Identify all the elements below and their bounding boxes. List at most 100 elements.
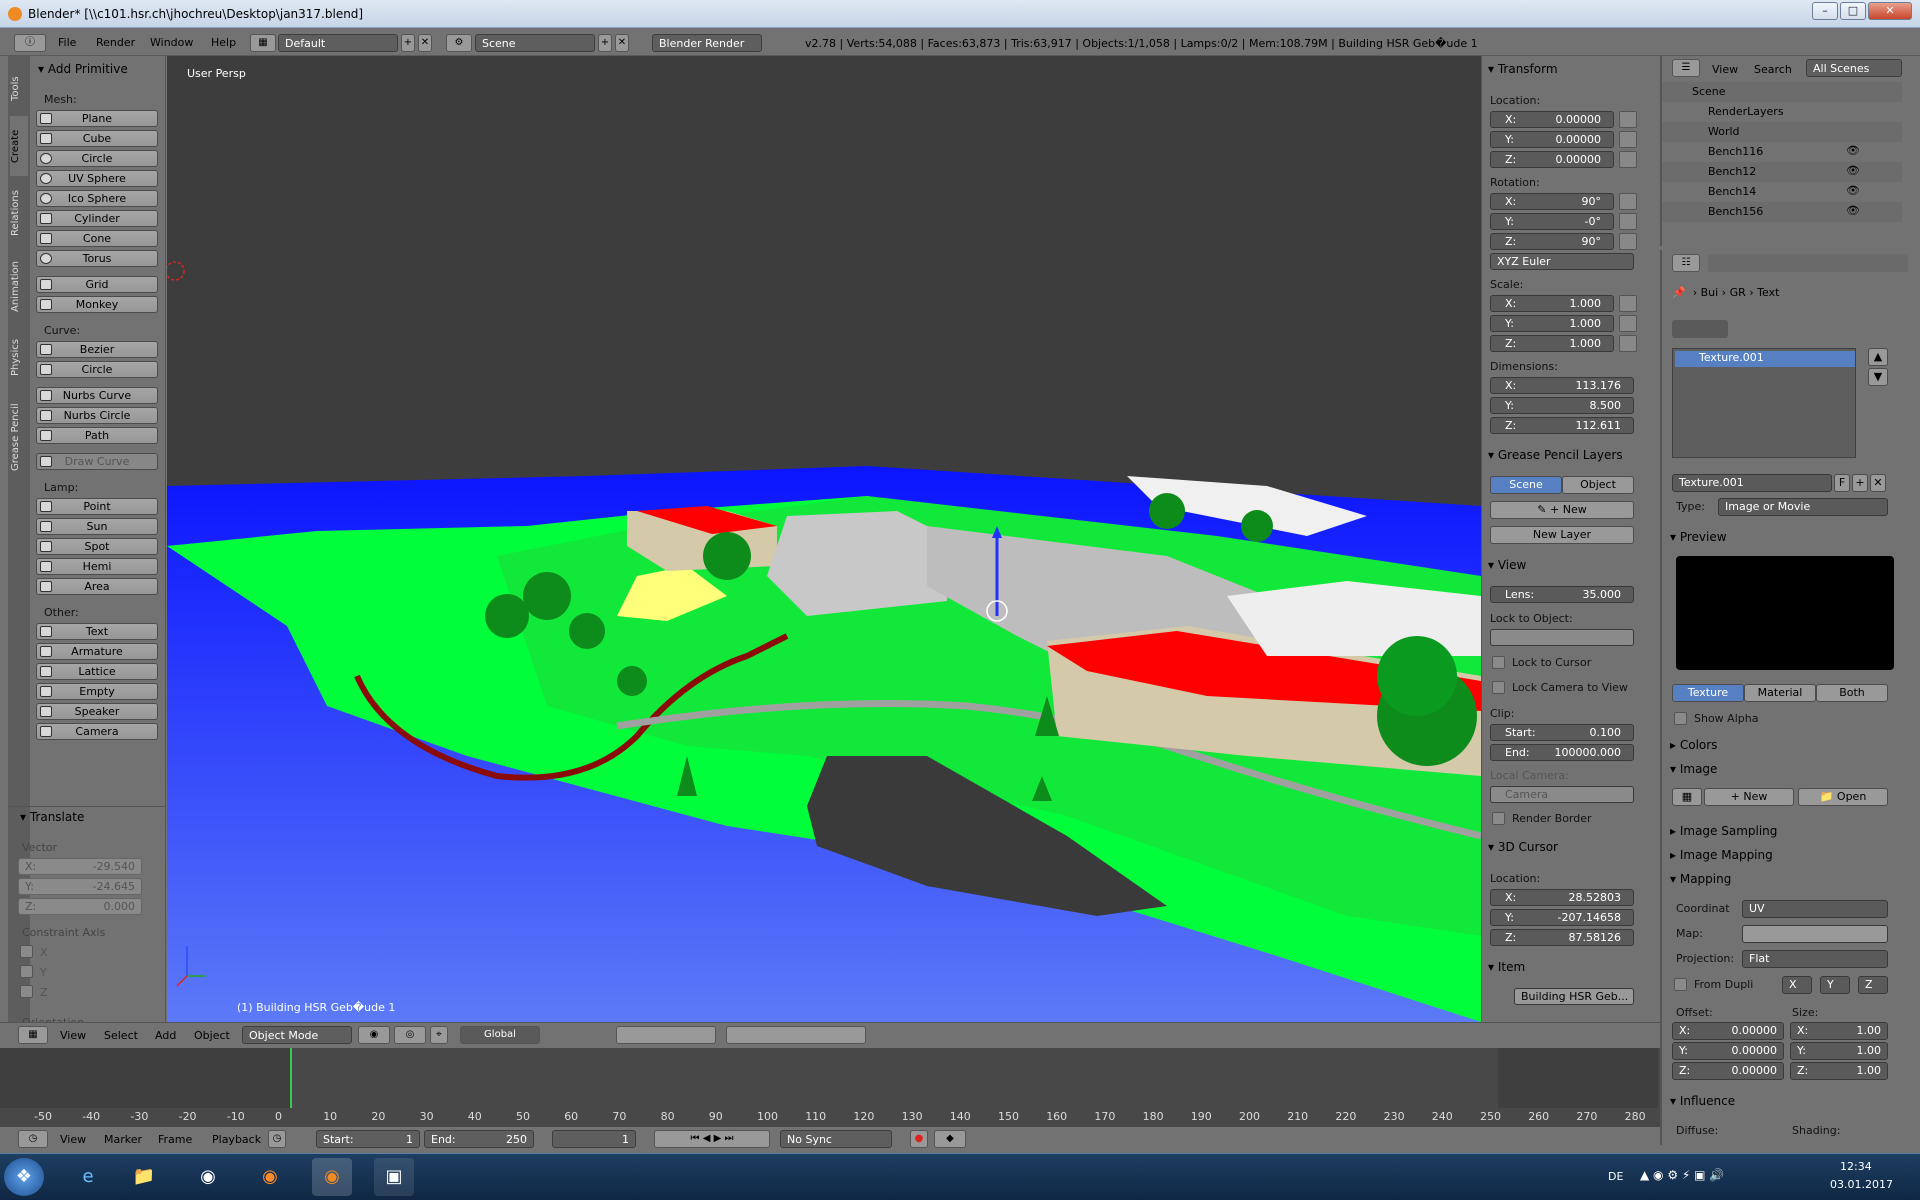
scale-z-field[interactable]: Z: 1.000	[1490, 335, 1614, 352]
add-cylinder-button[interactable]: Cylinder	[36, 210, 158, 227]
add-circle-button[interactable]: Circle	[36, 150, 158, 167]
image-panel-title[interactable]: ▾ Image	[1670, 762, 1717, 776]
scene-field[interactable]: Scene	[475, 34, 595, 52]
add-curve-circle-button[interactable]: Circle	[36, 361, 158, 378]
clock-time[interactable]: 12:34	[1840, 1160, 1872, 1173]
lock-icon[interactable]	[1619, 315, 1637, 332]
menu-add[interactable]: Add	[155, 1029, 176, 1042]
start-button[interactable]: ❖	[4, 1158, 44, 1196]
lens-field[interactable]: Lens: 35.000	[1490, 586, 1634, 603]
view-panel-title[interactable]: ▾ View	[1488, 558, 1526, 572]
cursor-z-field[interactable]: Z: 87.58126	[1490, 929, 1634, 946]
grease-pencil-title[interactable]: ▾ Grease Pencil Layers	[1488, 448, 1623, 462]
cursor-y-field[interactable]: Y: -207.14658	[1490, 909, 1634, 926]
end-frame-field[interactable]: End: 250	[424, 1130, 534, 1148]
translate-title[interactable]: ▾ Translate	[20, 810, 84, 824]
timeline-menu-frame[interactable]: Frame	[158, 1133, 192, 1146]
eye-icon[interactable]: 👁	[1846, 144, 1860, 157]
chrome-icon[interactable]: ◉	[188, 1158, 228, 1196]
editor-type-icon[interactable]: ⓘ	[14, 34, 46, 52]
clip-end-field[interactable]: End: 100000.000	[1490, 744, 1634, 761]
add-camera-button[interactable]: Camera	[36, 723, 158, 740]
clip-start-field[interactable]: Start: 0.100	[1490, 724, 1634, 741]
add-bezier-button[interactable]: Bezier	[36, 341, 158, 358]
tab-animation[interactable]: Animation	[10, 249, 28, 324]
menu-help[interactable]: Help	[211, 36, 236, 49]
image-open-button[interactable]: 📁 Open	[1798, 788, 1888, 806]
size-y-field[interactable]: Y: 1.00	[1790, 1042, 1888, 1060]
preview-both-tab[interactable]: Both	[1816, 684, 1888, 702]
lock-icon[interactable]	[1619, 151, 1637, 168]
playback-controls[interactable]: ⏮ ◀ ▶ ⏭	[654, 1130, 770, 1148]
scene-icon[interactable]: ⚙	[446, 34, 472, 52]
add-point-lamp-button[interactable]: Point	[36, 498, 158, 515]
rotation-x-field[interactable]: X: 90°	[1490, 193, 1614, 210]
size-x-field[interactable]: X: 1.00	[1790, 1022, 1888, 1040]
image-sampling-panel[interactable]: ▸ Image Sampling	[1670, 824, 1777, 838]
image-browse-icon[interactable]: ▦	[1672, 788, 1702, 806]
pivot-icon[interactable]: ◎	[394, 1026, 426, 1044]
add-plane-button[interactable]: Plane	[36, 110, 158, 127]
gp-new-layer-button[interactable]: New Layer	[1490, 526, 1634, 544]
texture-context-buttons[interactable]	[1672, 320, 1728, 338]
preview-material-tab[interactable]: Material	[1744, 684, 1816, 702]
maximize-button[interactable]: □	[1840, 2, 1866, 20]
remove-layout-icon[interactable]: ✕	[418, 34, 432, 52]
map-z-select[interactable]: Z	[1858, 976, 1888, 994]
explorer-icon[interactable]: 📁	[124, 1158, 164, 1196]
record-icon[interactable]: ●	[910, 1130, 928, 1148]
rotation-mode-select[interactable]: XYZ Euler	[1490, 253, 1634, 270]
viewport-3d[interactable]	[167, 56, 1481, 1022]
render-border-checkbox[interactable]	[1492, 812, 1505, 825]
texture-type-select[interactable]: Image or Movie	[1718, 498, 1888, 516]
tab-create[interactable]: Create	[10, 116, 28, 176]
eye-icon[interactable]: 👁	[1846, 204, 1860, 217]
move-down-icon[interactable]: ▼	[1868, 368, 1888, 386]
add-nurbs-circle-button[interactable]: Nurbs Circle	[36, 407, 158, 424]
add-primitive-title[interactable]: ▾ Add Primitive	[38, 62, 128, 76]
cursor-panel-title[interactable]: ▾ 3D Cursor	[1488, 840, 1558, 854]
add-cube-button[interactable]: Cube	[36, 130, 158, 147]
texture-name-field[interactable]: Texture.001	[1672, 474, 1832, 492]
preview-title[interactable]: ▾ Preview	[1670, 530, 1727, 544]
tab-tools[interactable]: Tools	[10, 64, 28, 114]
timeline-menu-view[interactable]: View	[60, 1133, 86, 1146]
lock-camera-checkbox[interactable]	[1492, 681, 1505, 694]
outliner-row[interactable]: Bench14 👁	[1662, 182, 1902, 202]
transform-title[interactable]: ▾ Transform	[1488, 62, 1558, 76]
lock-icon[interactable]	[1619, 213, 1637, 230]
add-scene-icon[interactable]: +	[598, 34, 612, 52]
menu-select[interactable]: Select	[104, 1029, 138, 1042]
map-x-select[interactable]: X	[1782, 976, 1812, 994]
outliner-row[interactable]: World	[1662, 122, 1902, 142]
timeline-type-icon[interactable]: ◷	[18, 1130, 48, 1148]
scale-x-field[interactable]: X: 1.000	[1490, 295, 1614, 312]
window-taskbar-icon[interactable]: ▣	[374, 1158, 414, 1196]
language-indicator[interactable]: DE	[1608, 1170, 1623, 1183]
gp-object-tab[interactable]: Object	[1562, 476, 1634, 494]
item-panel-title[interactable]: ▾ Item	[1488, 960, 1525, 974]
image-mapping-panel[interactable]: ▸ Image Mapping	[1670, 848, 1773, 862]
lock-cursor-checkbox[interactable]	[1492, 656, 1505, 669]
add-grid-button[interactable]: Grid	[36, 276, 158, 293]
texture-slots-list[interactable]: Texture.001	[1672, 348, 1856, 458]
colors-panel[interactable]: ▸ Colors	[1670, 738, 1717, 752]
view3d-type-icon[interactable]: ▦	[18, 1026, 48, 1044]
location-y-field[interactable]: Y: 0.00000	[1490, 131, 1614, 148]
add-speaker-button[interactable]: Speaker	[36, 703, 158, 720]
start-frame-field[interactable]: Start: 1	[316, 1130, 420, 1148]
outliner-row[interactable]: Bench116 👁	[1662, 142, 1902, 162]
menu-view[interactable]: View	[60, 1029, 86, 1042]
dimensions-x-field[interactable]: X: 113.176	[1490, 377, 1634, 394]
eye-icon[interactable]: 👁	[1846, 184, 1860, 197]
add-torus-button[interactable]: Torus	[36, 250, 158, 267]
image-new-button[interactable]: + New	[1704, 788, 1794, 806]
move-up-icon[interactable]: ▲	[1868, 348, 1888, 366]
constraint-y-checkbox[interactable]	[20, 965, 33, 978]
mode-select[interactable]: Object Mode	[242, 1026, 352, 1044]
outliner-row[interactable]: Bench156 👁	[1662, 202, 1902, 222]
scale-y-field[interactable]: Y: 1.000	[1490, 315, 1614, 332]
draw-curve-button[interactable]: Draw Curve	[36, 453, 158, 470]
add-sun-lamp-button[interactable]: Sun	[36, 518, 158, 535]
lock-icon[interactable]	[1619, 193, 1637, 210]
